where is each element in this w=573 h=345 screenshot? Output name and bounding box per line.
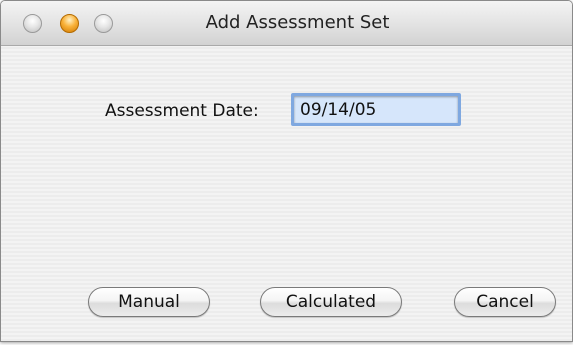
calculated-button[interactable]: Calculated	[260, 287, 402, 317]
cancel-button[interactable]: Cancel	[454, 287, 556, 317]
manual-button[interactable]: Manual	[88, 287, 210, 317]
dialog-window: Add Assessment Set Assessment Date: Manu…	[0, 0, 573, 342]
title-bar[interactable]: Add Assessment Set	[1, 1, 572, 46]
assessment-date-input[interactable]	[291, 93, 461, 126]
window-title: Add Assessment Set	[205, 12, 390, 33]
assessment-date-label: Assessment Date:	[105, 101, 259, 121]
